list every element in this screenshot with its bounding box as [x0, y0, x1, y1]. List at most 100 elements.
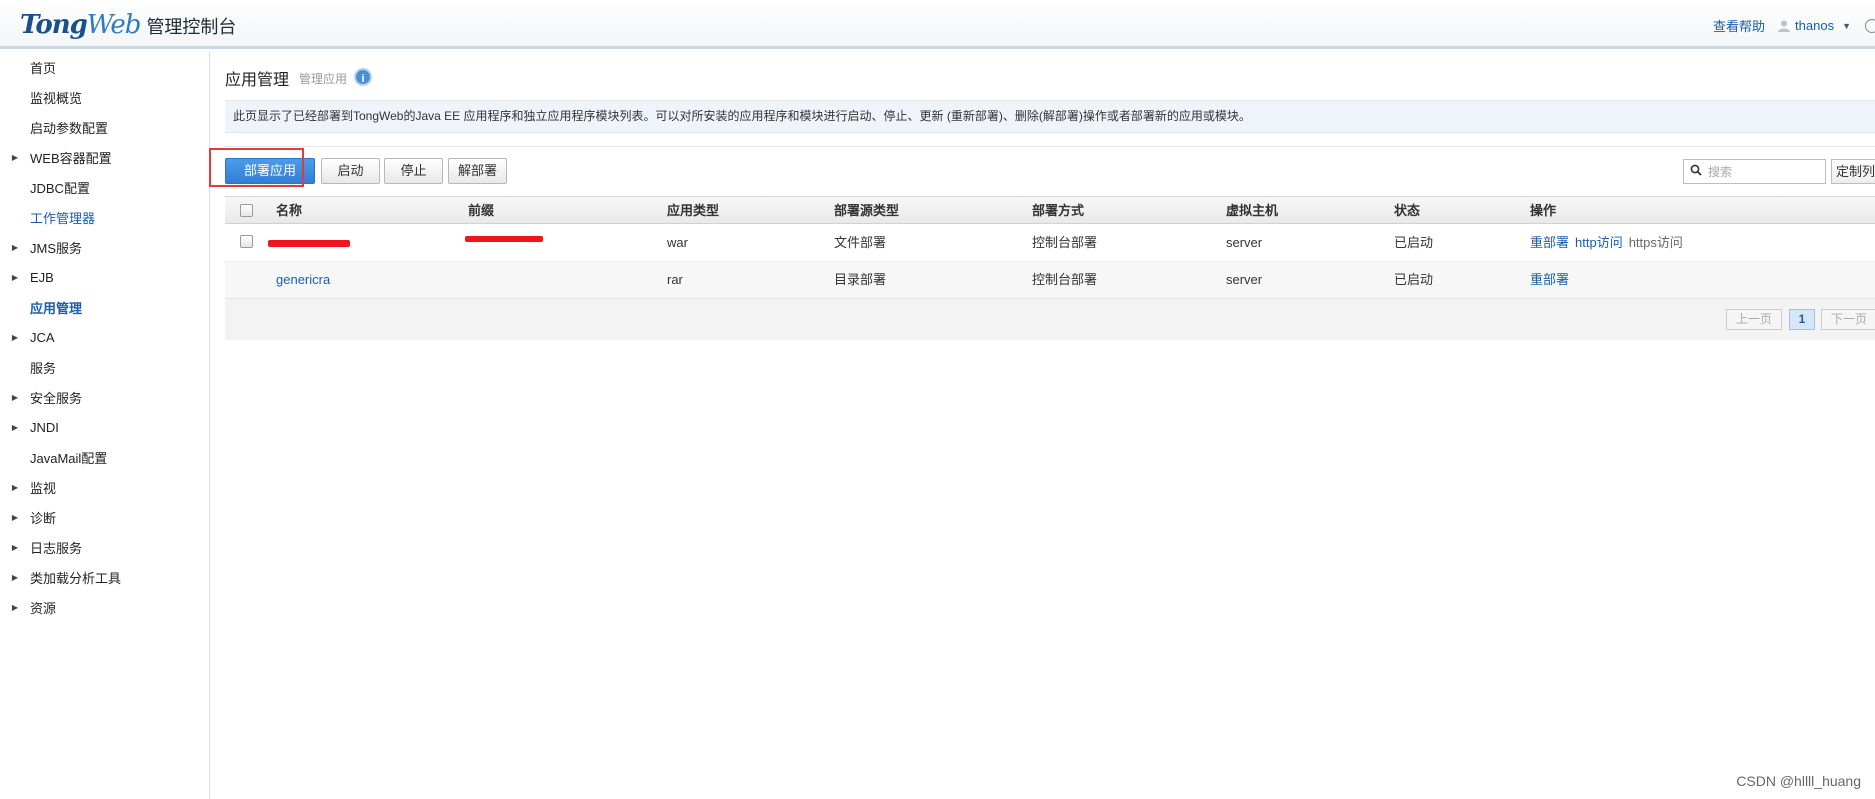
sidebar-item-label: WEB容器配置 [30, 150, 112, 166]
app-name-link[interactable]: genericra [276, 262, 330, 298]
search-input[interactable] [1708, 163, 1820, 181]
sidebar-item-label: 诊断 [30, 510, 57, 526]
sidebar-item-diagnostics[interactable]: ▶ 诊断 [0, 506, 209, 528]
sidebar-item-startup-params[interactable]: 启动参数配置 [0, 116, 209, 138]
sidebar-item-label: JNDI [30, 419, 59, 435]
user-icon [1778, 20, 1791, 32]
col-type-header[interactable]: 应用类型 [667, 197, 719, 224]
expand-arrow-icon[interactable]: ▶ [0, 153, 30, 162]
next-page-button[interactable]: 下一页 [1821, 309, 1875, 330]
search-box[interactable] [1683, 159, 1826, 184]
pagination-bar: 上一页 1 下一页 [225, 298, 1875, 340]
sidebar-item-ejb[interactable]: ▶ EJB [0, 266, 209, 288]
sidebar-item-jndi[interactable]: ▶ JNDI [0, 416, 209, 438]
top-header: Tong Web 管理控制台 查看帮助 thanos ▼ [0, 0, 1875, 49]
sidebar-item-jdbc[interactable]: JDBC配置 [0, 176, 209, 198]
sidebar-item-label: 类加载分析工具 [30, 570, 122, 586]
header-right-tools: 查看帮助 thanos ▼ [1713, 16, 1875, 35]
table-row[interactable]: war 文件部署 控制台部署 server 已启动 重部署 http访问 htt… [225, 225, 1875, 262]
app-type: rar [667, 272, 683, 287]
row-actions: 重部署 [1530, 262, 1569, 298]
undeploy-button[interactable]: 解部署 [448, 158, 507, 184]
sidebar-item-label: 工作管理器 [30, 210, 96, 226]
page-title: 应用管理 [225, 72, 290, 89]
sidebar-item-label: 启动参数配置 [30, 120, 109, 136]
sidebar-item-label: 安全服务 [30, 390, 83, 406]
sidebar-item-monitor[interactable]: ▶ 监视 [0, 476, 209, 498]
username[interactable]: thanos [1795, 18, 1834, 33]
row-actions: 重部署 http访问 https访问 [1530, 225, 1683, 261]
sidebar-item-label: 监视 [30, 480, 57, 496]
sidebar-item-label: JavaMail配置 [30, 450, 108, 466]
expand-arrow-icon[interactable]: ▶ [0, 393, 30, 402]
table-header: 名称 前缀 应用类型 部署源类型 部署方式 虚拟主机 状态 操作 [225, 196, 1875, 224]
logo-web-text: Web [86, 10, 142, 40]
col-vhost-header[interactable]: 虚拟主机 [1226, 197, 1278, 224]
col-source-header[interactable]: 部署源类型 [834, 197, 899, 224]
expand-arrow-icon[interactable]: ▶ [0, 603, 30, 612]
sidebar-item-label: 日志服务 [30, 540, 83, 556]
app-mode: 控制台部署 [1032, 235, 1098, 250]
sidebar-item-resources[interactable]: ▶ 资源 [0, 596, 209, 618]
sidebar-item-home[interactable]: 首页 [0, 56, 209, 78]
watermark: CSDN @hllll_huang [1736, 773, 1861, 789]
http-access-link[interactable]: http访问 [1575, 225, 1623, 261]
sidebar-item-label: 首页 [30, 60, 57, 76]
help-link[interactable]: 查看帮助 [1713, 16, 1765, 35]
sidebar-item-web-container[interactable]: ▶ WEB容器配置 [0, 146, 209, 168]
app-source: 文件部署 [834, 235, 887, 250]
sidebar-item-jca[interactable]: ▶ JCA [0, 326, 209, 348]
expand-arrow-icon[interactable]: ▶ [0, 483, 30, 492]
start-button[interactable]: 启动 [321, 158, 380, 184]
expand-arrow-icon[interactable]: ▶ [0, 243, 30, 252]
tongweb-logo: Tong Web 管理控制台 [20, 10, 236, 40]
expand-arrow-icon[interactable]: ▶ [0, 273, 30, 282]
sidebar-item-work-manager[interactable]: 工作管理器 [0, 206, 209, 228]
prev-page-button[interactable]: 上一页 [1726, 309, 1782, 330]
sidebar-item-label: 监视概览 [30, 90, 83, 106]
expand-arrow-icon[interactable]: ▶ [0, 333, 30, 342]
user-dropdown-icon[interactable]: ▼ [1842, 21, 1851, 31]
expand-arrow-icon[interactable]: ▶ [0, 513, 30, 522]
sidebar-item-javamail[interactable]: JavaMail配置 [0, 446, 209, 468]
https-access-link[interactable]: https访问 [1629, 225, 1683, 261]
sidebar-item-label: JCA [30, 329, 55, 345]
page-1-button[interactable]: 1 [1789, 309, 1815, 330]
col-status-header[interactable]: 状态 [1394, 197, 1420, 224]
redaction-mark [465, 236, 543, 242]
logo-console-text: 管理控制台 [146, 17, 237, 38]
row-checkbox[interactable] [240, 235, 253, 248]
sidebar-item-label: 资源 [30, 600, 57, 616]
sidebar-item-label: 应用管理 [30, 300, 83, 316]
stop-button[interactable]: 停止 [384, 158, 443, 184]
search-icon [1690, 164, 1702, 179]
redeploy-link[interactable]: 重部署 [1530, 225, 1569, 261]
info-icon[interactable]: i [354, 68, 372, 86]
sidebar-item-monitor-overview[interactable]: 监视概览 [0, 86, 209, 108]
sidebar-nav: 首页 监视概览 启动参数配置 ▶ WEB容器配置 JDBC配置 工作管理器 ▶ JM… [0, 52, 210, 799]
customize-columns-button[interactable]: 定制列 [1831, 159, 1875, 184]
app-mode: 控制台部署 [1032, 272, 1098, 287]
expand-arrow-icon[interactable]: ▶ [0, 423, 30, 432]
redeploy-link[interactable]: 重部署 [1530, 262, 1569, 298]
sidebar-item-label: 服务 [30, 360, 57, 376]
col-name-header[interactable]: 名称 [276, 197, 302, 224]
app-vhost: server [1226, 235, 1263, 250]
globe-icon[interactable] [1865, 18, 1875, 33]
col-prefix-header[interactable]: 前缀 [468, 197, 494, 224]
col-mode-header[interactable]: 部署方式 [1032, 197, 1084, 224]
sidebar-item-jms[interactable]: ▶ JMS服务 [0, 236, 209, 258]
select-all-checkbox[interactable] [240, 204, 253, 217]
expand-arrow-icon[interactable]: ▶ [0, 573, 30, 582]
table-row[interactable]: genericra rar 目录部署 控制台部署 server 已启动 重部署 [225, 262, 1875, 299]
sidebar-item-classloader-tool[interactable]: ▶ 类加载分析工具 [0, 566, 209, 588]
sidebar-item-services[interactable]: 服务 [0, 356, 209, 378]
expand-arrow-icon[interactable]: ▶ [0, 543, 30, 552]
sidebar-item-app-management[interactable]: 应用管理 [0, 296, 209, 318]
app-status: 已启动 [1394, 235, 1434, 250]
col-ops-header: 操作 [1530, 203, 1557, 218]
sidebar-item-label: JMS服务 [30, 240, 83, 256]
app-type: war [667, 235, 688, 250]
sidebar-item-security[interactable]: ▶ 安全服务 [0, 386, 209, 408]
sidebar-item-logging[interactable]: ▶ 日志服务 [0, 536, 209, 558]
